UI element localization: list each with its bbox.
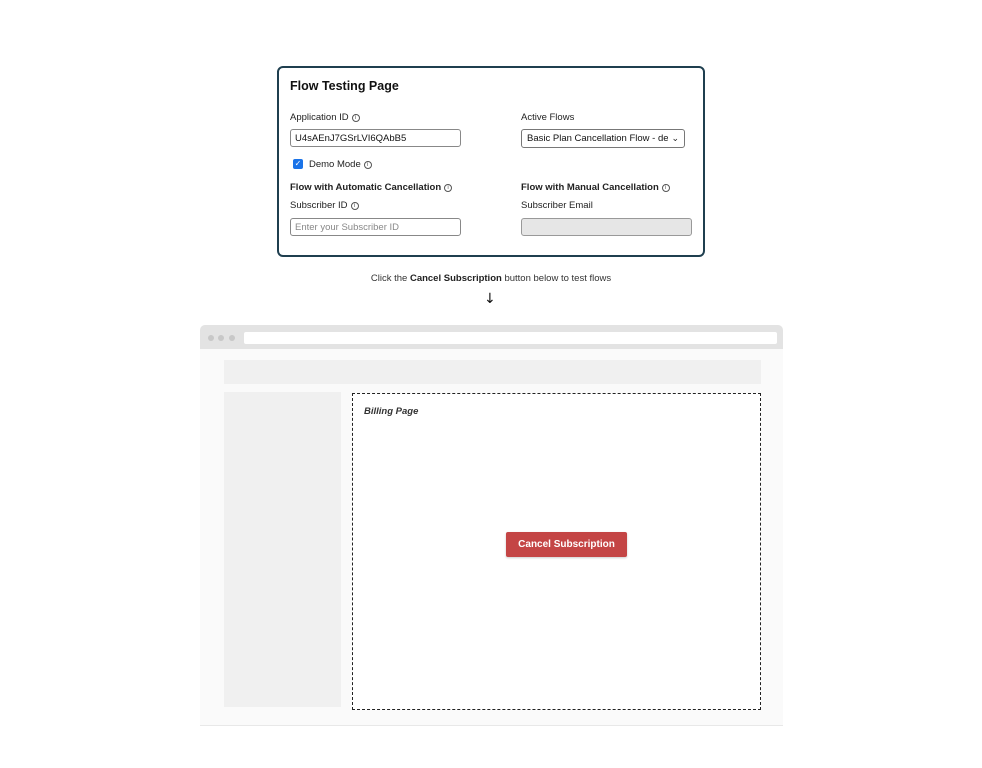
subscriber-id-label-row: Subscriber ID i [290, 200, 359, 211]
application-id-label: Application ID [290, 112, 349, 123]
page: Flow Testing Page Application ID i Activ… [0, 0, 982, 768]
instruction-emphasis: Cancel Subscription [409, 273, 502, 284]
active-flows-select[interactable]: Basic Plan Cancellation Flow - default ⌄ [521, 129, 685, 148]
billing-page-title: Billing Page [364, 406, 419, 417]
url-bar [244, 332, 777, 344]
auto-cancel-heading: Flow with Automatic Cancellation [290, 182, 442, 193]
application-id-input[interactable] [290, 129, 461, 147]
demo-mode-label-row: Demo Mode i [309, 159, 372, 170]
window-dot-icon [208, 335, 214, 341]
manual-cancel-heading-row: Flow with Manual Cancellation i [521, 182, 670, 193]
instruction-text: Click the Cancel Subscription button bel… [0, 273, 982, 284]
sidebar-placeholder [224, 392, 341, 707]
manual-cancel-heading: Flow with Manual Cancellation [521, 182, 659, 193]
auto-cancel-heading-row: Flow with Automatic Cancellation i [290, 182, 453, 193]
arrow-down-icon: ↓ [484, 291, 496, 307]
info-icon[interactable]: i [363, 160, 372, 169]
chevron-down-icon: ⌄ [671, 133, 679, 143]
window-dot-icon [218, 335, 224, 341]
subscriber-email-input[interactable] [521, 218, 692, 236]
active-flows-label-row: Active Flows [521, 112, 574, 123]
active-flows-selected-value: Basic Plan Cancellation Flow - default [527, 133, 669, 144]
instruction-suffix: button below to test flows [501, 273, 612, 284]
subscriber-email-label: Subscriber Email [521, 200, 593, 211]
browser-mockup: Billing Page Cancel Subscription [200, 325, 783, 726]
cancel-subscription-button[interactable]: Cancel Subscription [506, 532, 627, 557]
info-icon[interactable]: i [444, 183, 453, 192]
info-icon[interactable]: i [350, 201, 359, 210]
demo-mode-checkbox[interactable]: ✓ [293, 159, 303, 169]
checkmark-icon: ✓ [294, 159, 302, 168]
application-id-label-row: Application ID i [290, 112, 360, 123]
demo-mode-label: Demo Mode [309, 159, 361, 170]
card-title: Flow Testing Page [290, 79, 399, 93]
info-icon[interactable]: i [661, 183, 670, 192]
billing-page-area: Billing Page Cancel Subscription [352, 393, 761, 710]
instruction-prefix: Click the [370, 273, 410, 284]
info-icon[interactable]: i [351, 113, 360, 122]
subscriber-id-input[interactable] [290, 218, 461, 236]
subscriber-id-label: Subscriber ID [290, 200, 348, 211]
header-placeholder [224, 360, 761, 384]
window-dot-icon [229, 335, 235, 341]
active-flows-label: Active Flows [521, 112, 575, 123]
browser-toolbar [200, 325, 783, 349]
flow-testing-card: Flow Testing Page Application ID i Activ… [277, 66, 705, 257]
subscriber-email-label-row: Subscriber Email [521, 200, 593, 211]
